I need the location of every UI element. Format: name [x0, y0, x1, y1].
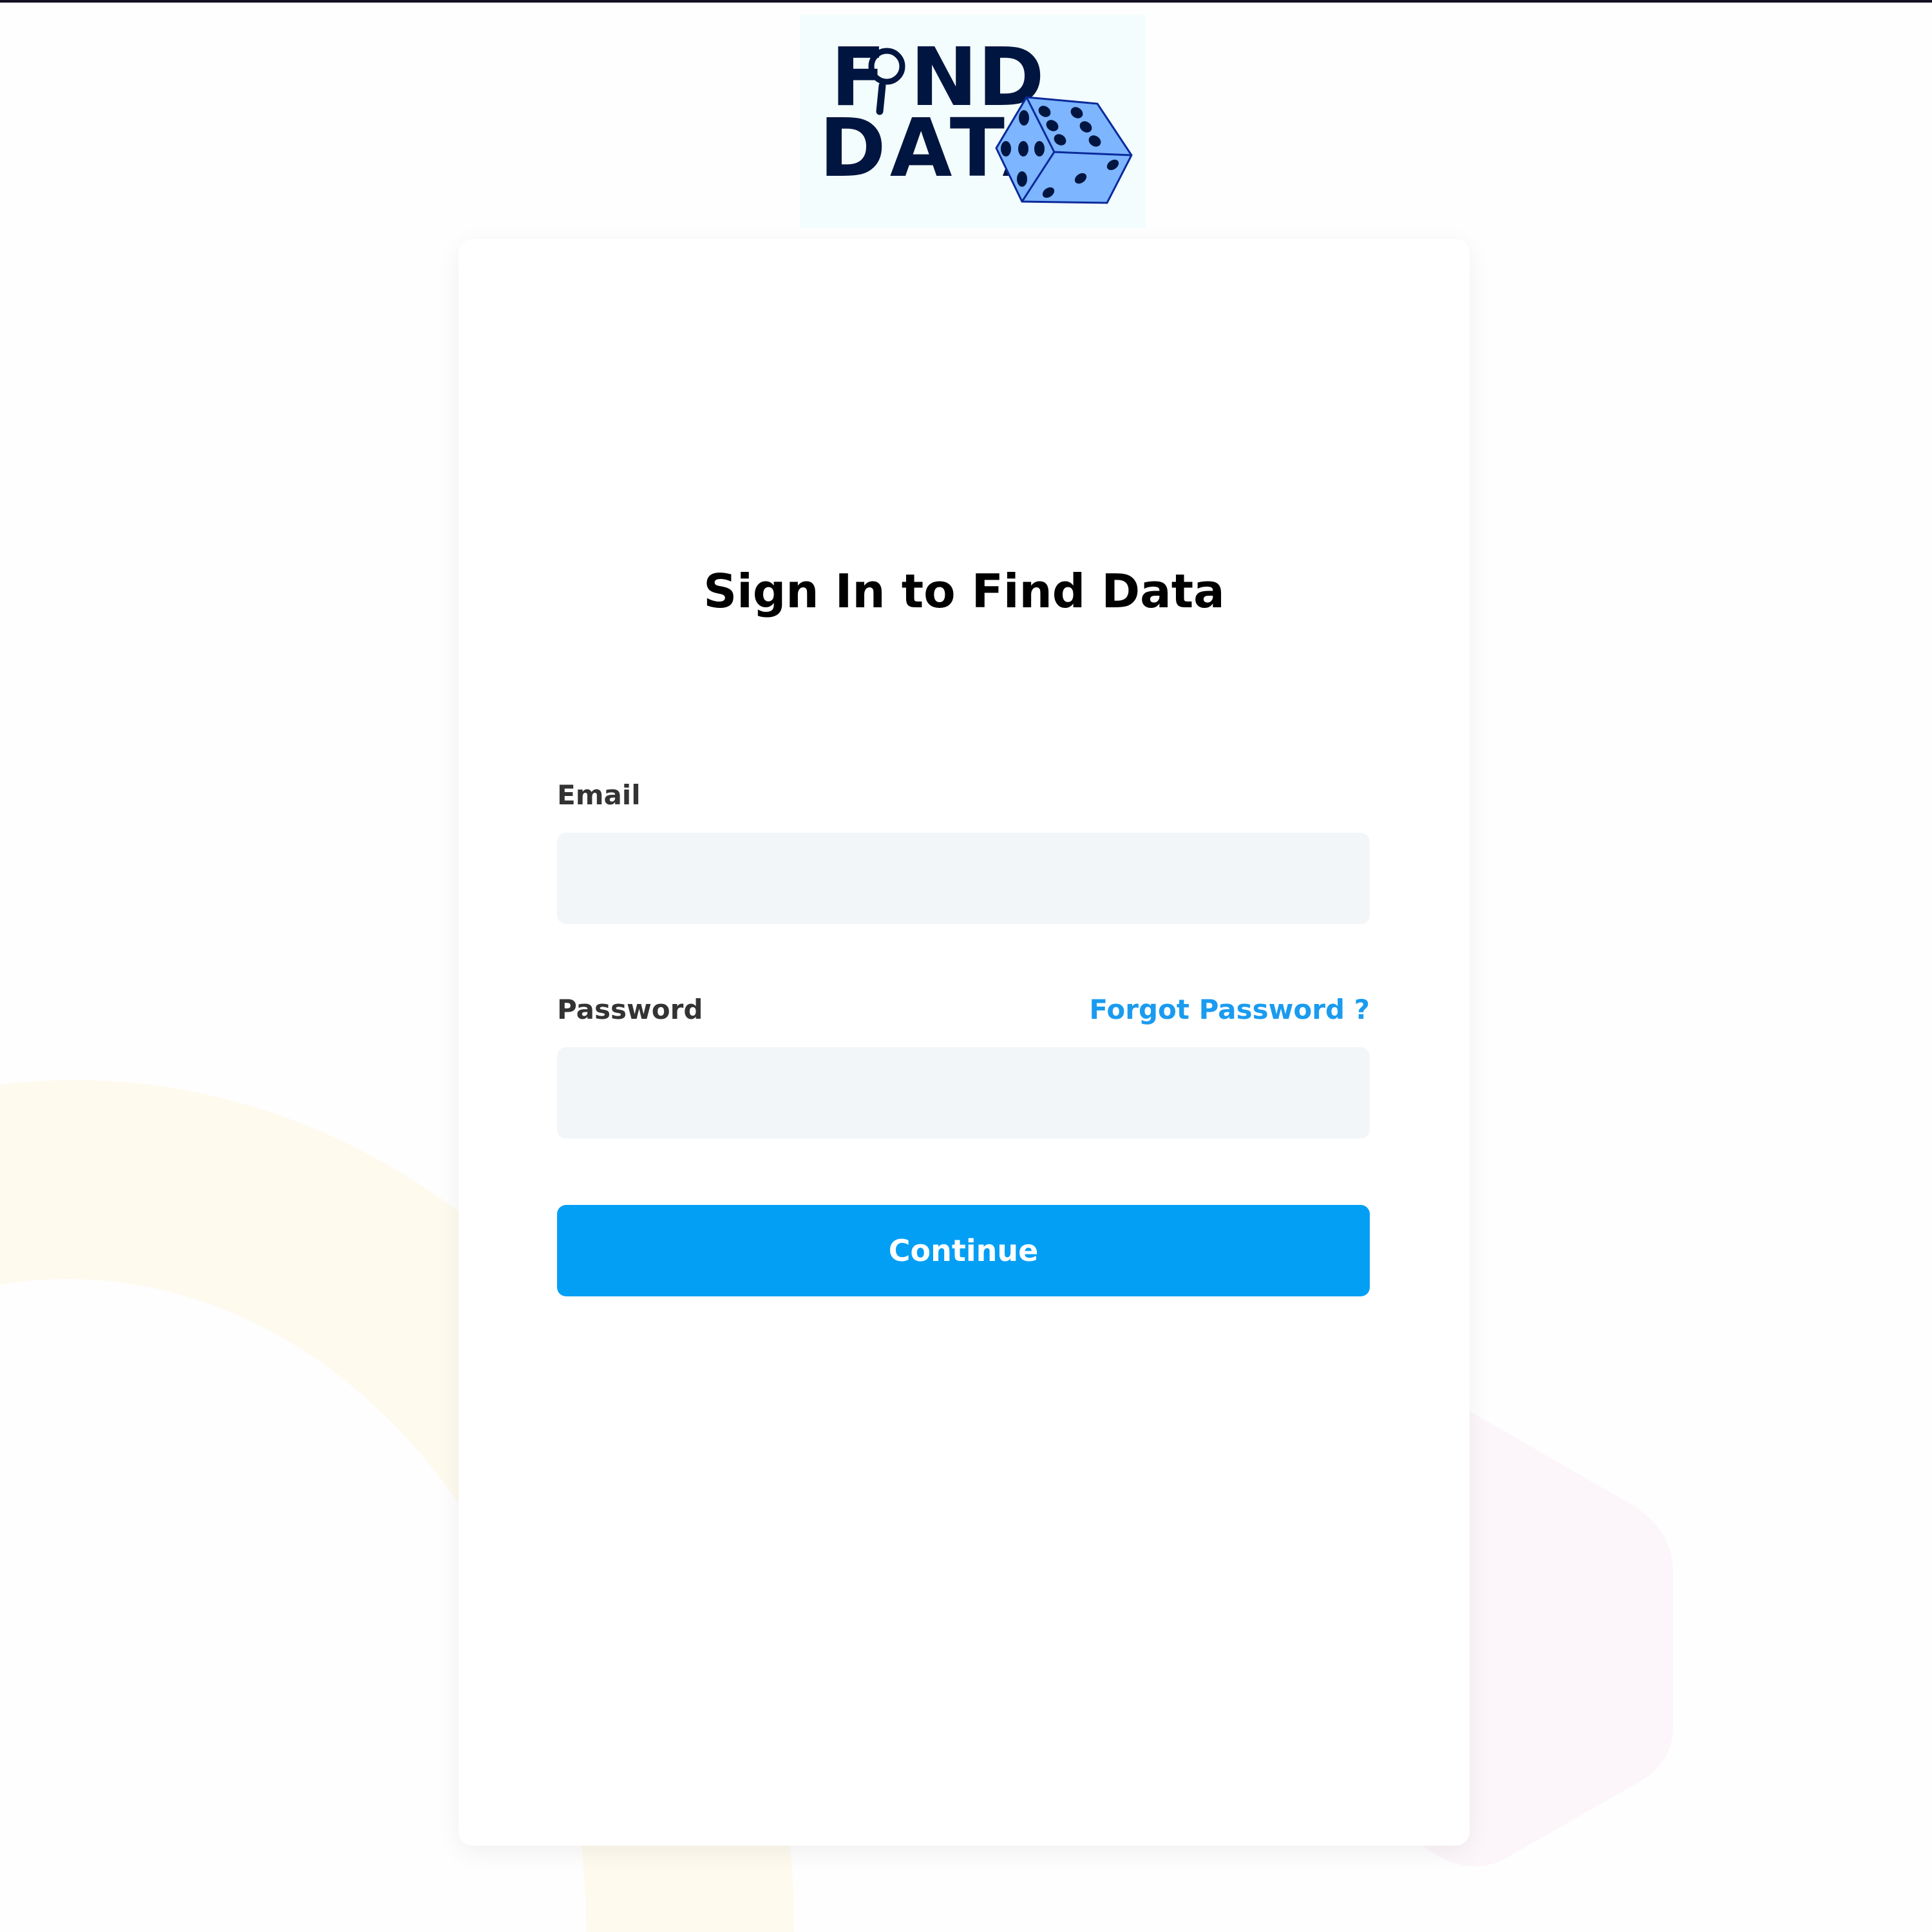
password-label: Password	[557, 994, 703, 1025]
dice-icon	[995, 96, 1133, 204]
email-input[interactable]	[557, 833, 1370, 924]
forgot-password-link[interactable]: Forgot Password ?	[1089, 994, 1370, 1025]
continue-button[interactable]: Continue	[557, 1205, 1370, 1296]
email-label: Email	[557, 779, 641, 811]
window-top-border	[0, 0, 1932, 3]
password-input[interactable]	[557, 1047, 1370, 1139]
signin-card: Sign In to Find Data	[459, 239, 1470, 1846]
page-title: Sign In to Find Data	[703, 564, 1225, 618]
find-data-logo: F ND DATA	[800, 15, 1146, 228]
